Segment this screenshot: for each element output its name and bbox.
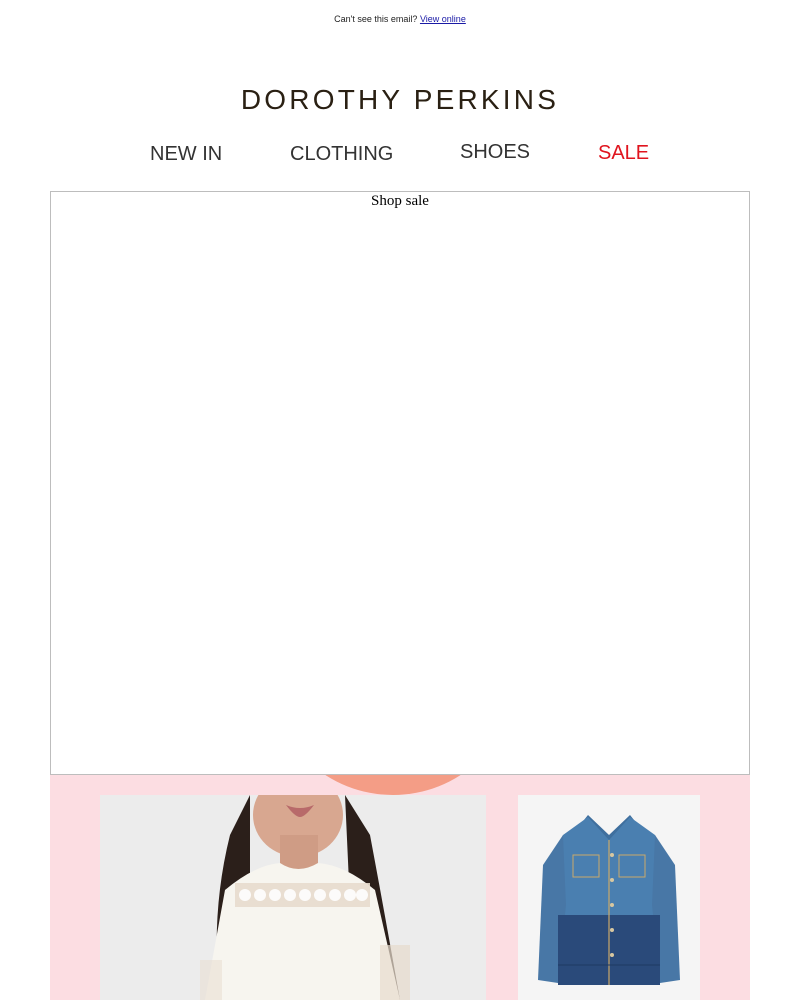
- denim-jacket-illustration: [518, 795, 700, 1000]
- model-illustration: [100, 795, 486, 1000]
- nav-item-new-in[interactable]: NEW IN: [150, 143, 222, 166]
- product-image-white-lace-top[interactable]: [100, 795, 486, 1000]
- nav-item-sale[interactable]: SALE: [598, 142, 649, 165]
- brand-logo[interactable]: DOROTHY PERKINS: [0, 84, 800, 116]
- promo-section: [50, 775, 750, 1000]
- main-nav: NEW IN CLOTHING SHOES SALE: [0, 140, 800, 170]
- product-image-denim-jacket[interactable]: [518, 795, 700, 1000]
- preheader: Can't see this email? View online: [0, 14, 800, 24]
- decorative-arc: [273, 775, 513, 795]
- view-online-link[interactable]: View online: [420, 14, 466, 24]
- nav-item-shoes[interactable]: SHOES: [460, 141, 530, 164]
- nav-item-clothing[interactable]: CLOTHING: [290, 143, 393, 166]
- preheader-text: Can't see this email?: [334, 14, 418, 24]
- hero-image-placeholder[interactable]: [50, 191, 750, 775]
- hero-alt-text: Shop sale: [371, 193, 429, 209]
